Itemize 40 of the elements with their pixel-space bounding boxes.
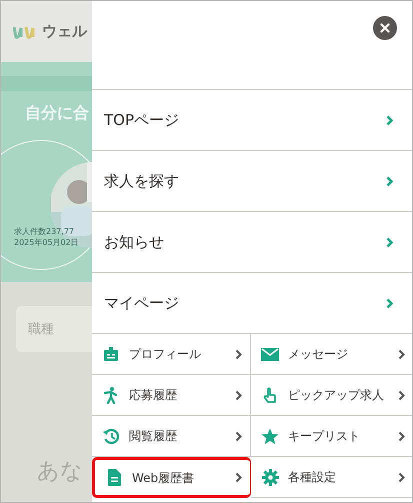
walking-person-icon: [104, 386, 118, 404]
chevron-icon: [386, 176, 393, 186]
submenu-item[interactable]: 各種設定: [251, 457, 412, 498]
chevron-icon: [398, 348, 405, 360]
chevron-icon: [235, 348, 242, 360]
submenu-item[interactable]: プロフィール: [92, 334, 251, 375]
chevron-icon: [398, 390, 405, 400]
chevron-icon: [235, 390, 242, 400]
chevron-icon: [386, 298, 393, 308]
chevron-icon: [235, 430, 242, 442]
logo-text: ウェル: [42, 21, 87, 42]
search-field[interactable]: 職種: [16, 306, 92, 352]
envelope-icon: [261, 348, 279, 360]
menu-item[interactable]: 求人を探す: [92, 150, 412, 211]
stats-text: 2025年05月02日: [14, 237, 79, 248]
menu-item[interactable]: お知らせ: [92, 211, 412, 272]
chevron-icon: [398, 472, 405, 482]
submenu-item[interactable]: キープリスト: [251, 416, 412, 457]
id-badge-icon: [103, 346, 119, 362]
chevron-icon: [398, 430, 405, 442]
submenu-item[interactable]: ピックアップ求人: [251, 375, 412, 416]
pointing-hand-icon: [263, 386, 277, 404]
submenu-item[interactable]: メッセージ: [251, 334, 412, 375]
submenu-item[interactable]: Web履歴書: [92, 457, 251, 498]
logo-icon: [13, 24, 37, 38]
star-icon: [261, 428, 279, 444]
chevron-icon: [235, 472, 242, 483]
submenu-item[interactable]: 応募履歴: [92, 375, 251, 416]
menu-item[interactable]: TOPページ: [92, 89, 412, 150]
chevron-icon: [386, 236, 393, 248]
document-icon: [107, 469, 121, 486]
settings-icon: [262, 468, 278, 486]
menu-item[interactable]: マイページ: [92, 272, 412, 333]
close-button[interactable]: [373, 16, 397, 40]
banner-heading: 自分に合: [24, 102, 90, 124]
close-icon: [380, 23, 390, 33]
history-clock-icon: [102, 428, 120, 444]
stats-text: 求人件数237,77: [14, 226, 75, 237]
chevron-icon: [386, 114, 393, 126]
submenu-item[interactable]: 閲覧履歴: [92, 416, 251, 457]
